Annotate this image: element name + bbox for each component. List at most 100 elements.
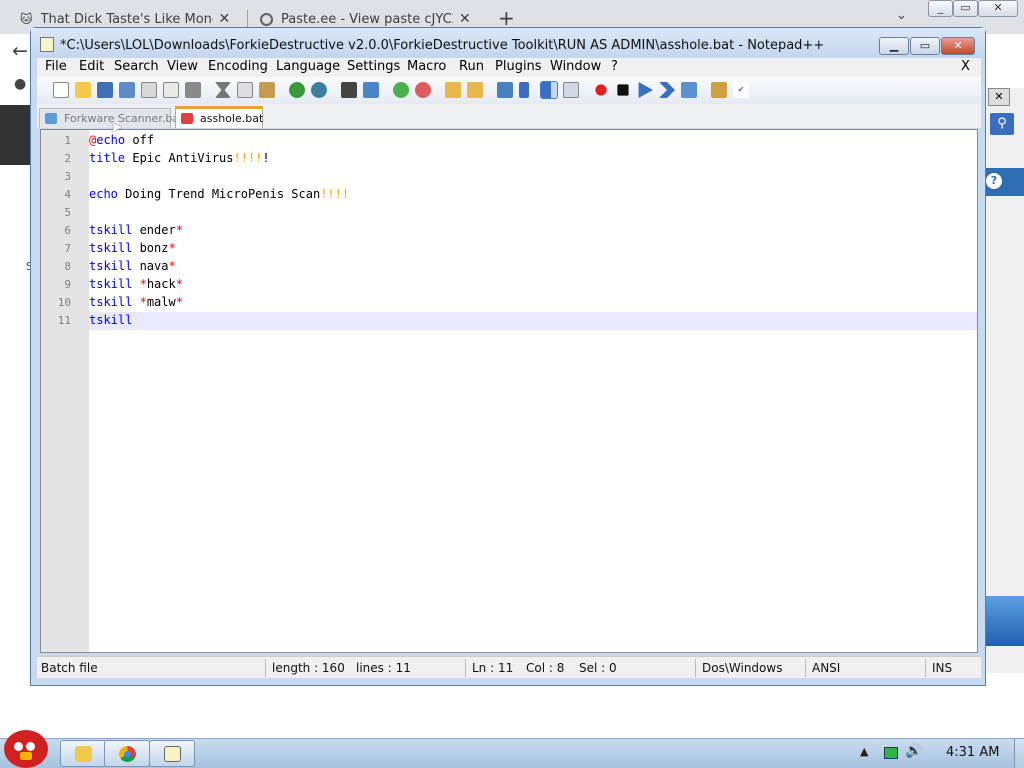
code-token: ! (262, 151, 270, 165)
code-token: * (139, 295, 147, 309)
notepadpp-app-icon[interactable] (40, 37, 54, 52)
start-button-icon[interactable] (4, 730, 48, 768)
menu-help[interactable]: ? (611, 59, 618, 74)
close-button[interactable]: ✕ (941, 37, 975, 55)
close-all-icon[interactable] (163, 82, 179, 98)
spell-check-icon[interactable]: ✔ (733, 82, 749, 98)
clock[interactable]: 4:31 AM (946, 745, 999, 760)
taskbar-explorer-button[interactable] (60, 740, 106, 767)
menu-encoding[interactable]: Encoding (208, 59, 268, 74)
tab-close-icon[interactable]: ✕ (219, 11, 231, 27)
search-icon[interactable]: ⚲ (990, 113, 1014, 135)
menu-search[interactable]: Search (114, 59, 159, 74)
folder-icon (75, 746, 92, 762)
replace-icon[interactable] (363, 82, 379, 98)
maximize-button[interactable]: ▭ (910, 37, 940, 55)
sync-horizontal-icon[interactable] (467, 82, 483, 98)
play-macro-icon[interactable] (638, 82, 653, 98)
menu-macro[interactable]: Macro (407, 59, 446, 74)
stop-macro-icon[interactable] (617, 84, 629, 96)
doc-map-icon[interactable] (563, 82, 579, 98)
title-bar[interactable]: *C:\Users\LOL\Downloads\ForkieDestructiv… (31, 28, 985, 58)
print-icon[interactable] (185, 82, 201, 98)
copy-icon[interactable] (237, 82, 253, 98)
network-icon[interactable] (884, 747, 898, 759)
zoom-in-icon[interactable] (393, 82, 409, 98)
code-token: tskill (89, 241, 133, 255)
status-insert-mode: INS (932, 661, 953, 675)
background-window-close-icon[interactable]: ✕ (988, 88, 1010, 106)
taskbar-chrome-button[interactable] (104, 740, 150, 767)
tab-search-dropdown-icon[interactable]: ⌄ (896, 8, 907, 23)
close-document-icon[interactable]: X (961, 59, 970, 74)
menu-settings[interactable]: Settings (347, 59, 400, 74)
line-number: 1 (64, 134, 71, 147)
file-tab-label: asshole.bat (200, 112, 264, 125)
save-all-icon[interactable] (119, 82, 135, 98)
tab-close-icon[interactable]: ✕ (459, 11, 471, 27)
volume-icon[interactable]: 🔊 (905, 743, 922, 759)
close-file-icon[interactable] (141, 82, 157, 98)
zoom-out-icon[interactable] (415, 82, 431, 98)
cut-icon[interactable] (215, 82, 231, 98)
code-token: off (125, 133, 155, 147)
show-desktop-button[interactable] (1014, 739, 1024, 768)
undo-icon[interactable] (289, 82, 305, 98)
background-image-fragment (985, 596, 1024, 646)
sync-vertical-icon[interactable] (445, 82, 461, 98)
show-hidden-icons-icon[interactable]: ▲ (860, 745, 868, 758)
menu-language[interactable]: Language (276, 59, 340, 74)
status-separator (465, 659, 466, 677)
line-number-gutter: 1 2 3 4 5 6 7 8 9 10 11 (41, 130, 89, 652)
notepadpp-window: *C:\Users\LOL\Downloads\ForkieDestructiv… (30, 27, 986, 686)
taskbar-notepadpp-button[interactable] (149, 740, 195, 767)
help-icon[interactable]: ? (986, 173, 1002, 189)
paste-icon[interactable] (259, 82, 275, 98)
status-eol: Dos\Windows (702, 661, 783, 675)
status-language: Batch file (41, 661, 98, 675)
menu-edit[interactable]: Edit (79, 59, 104, 74)
new-file-icon[interactable] (53, 82, 69, 98)
site-info-icon[interactable]: ● (14, 76, 26, 92)
tab-favicon-icon: 🐱 (20, 12, 33, 26)
save-macro-icon[interactable] (681, 82, 697, 98)
menu-file[interactable]: File (45, 59, 67, 74)
tab-label: That Dick Taste's Like Money T (40, 11, 213, 27)
open-file-icon[interactable] (75, 82, 91, 98)
menu-window[interactable]: Window (550, 59, 601, 74)
browser-minimize-button[interactable]: _ (928, 0, 953, 17)
status-separator (805, 659, 806, 677)
show-all-chars-icon[interactable] (519, 82, 529, 98)
browser-close-button[interactable]: ✕ (978, 0, 1018, 17)
line-number: 9 (64, 278, 71, 291)
menu-plugins[interactable]: Plugins (495, 59, 542, 74)
code-line-4: echo Doing Trend MicroPenis Scan!!!! (89, 187, 349, 201)
chrome-icon (119, 746, 136, 762)
file-tab-asshole-bat[interactable]: asshole.bat (175, 106, 263, 128)
globe-icon (260, 12, 273, 26)
code-editor[interactable]: 1 2 3 4 5 6 7 8 9 10 11 @echo off title … (40, 129, 978, 653)
file-tab-forkware-scanner[interactable]: Forkware Scanner.bat (39, 108, 183, 128)
word-wrap-icon[interactable] (497, 82, 513, 98)
menu-view[interactable]: View (167, 59, 198, 74)
code-token: Doing Trend MicroPenis Scan (117, 187, 321, 201)
redo-icon[interactable] (311, 82, 327, 98)
indent-guide-icon[interactable] (540, 81, 558, 99)
code-line-7: tskill bonz* (89, 241, 176, 255)
launch-browser-icon[interactable] (711, 82, 727, 98)
run-macro-multiple-icon[interactable] (659, 82, 675, 98)
code-token: malw (146, 295, 176, 309)
save-icon[interactable] (97, 82, 113, 98)
browser-maximize-button[interactable]: ▭ (953, 0, 978, 17)
record-macro-icon[interactable] (595, 84, 607, 96)
find-icon[interactable] (341, 82, 357, 98)
minimize-button[interactable]: ▁ (879, 37, 909, 55)
menu-run[interactable]: Run (459, 59, 484, 74)
back-arrow-icon[interactable]: ← (12, 40, 28, 62)
code-token: tskill (89, 295, 133, 309)
tab-label: Paste.ee - View paste cJYC2 (281, 11, 453, 27)
status-selection: Sel : 0 (579, 661, 617, 675)
line-number: 10 (57, 296, 71, 309)
